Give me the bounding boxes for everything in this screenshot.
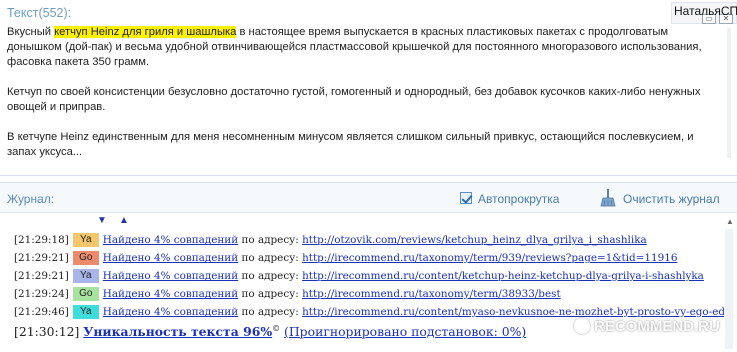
search-engine-badge: Go bbox=[72, 287, 99, 301]
journal-row: [21:29:24] Go Найдено 4% совпадений по адр… bbox=[14, 285, 724, 303]
text-panel: Текст(552): НатальяСПб ▭ ✕ Вкусный кетчу… bbox=[0, 0, 737, 176]
source-url-link[interactable]: http://irecommend.ru/content/ketchup-hei… bbox=[302, 270, 704, 282]
match-link[interactable]: Найдено 4% совпадений bbox=[103, 234, 238, 246]
match-link[interactable]: Найдено 4% совпадений bbox=[103, 288, 238, 300]
journal-scroll-up-icon[interactable]: ▲ bbox=[724, 217, 736, 227]
address-label: по адресу: bbox=[238, 234, 303, 246]
journal-label: Журнал: bbox=[7, 192, 55, 206]
address-label: по адресу: bbox=[238, 306, 303, 318]
source-url-link[interactable]: http://irecommend.ru/content/myaso-nevku… bbox=[302, 306, 724, 318]
clear-journal-button[interactable]: Очистить журнал bbox=[598, 188, 722, 208]
journal-scrollbar[interactable] bbox=[725, 229, 733, 349]
uniqueness-summary: [21:30:12] Уникальность текста 96%© (Про… bbox=[14, 324, 526, 339]
watermark-logo-icon bbox=[574, 318, 590, 334]
log-time: [21:29:21] bbox=[14, 252, 69, 264]
source-url-link[interactable]: http://otzovik.com/reviews/ketchup_heinz… bbox=[302, 234, 647, 246]
uniqueness-link[interactable]: Уникальность текста 96% bbox=[83, 324, 272, 339]
address-label: по адресу: bbox=[238, 288, 303, 300]
journal-row: [21:29:18] Ya Найдено 4% совпадений по адр… bbox=[14, 231, 724, 249]
paragraph-3: В кетчупе Heinz единственным для меня не… bbox=[7, 131, 694, 158]
source-url-link[interactable]: http://irecommend.ru/taxonomy/term/38933… bbox=[302, 288, 561, 300]
autoscroll-checkbox[interactable] bbox=[460, 192, 472, 204]
watermark: RECOMMEND.RU bbox=[574, 318, 720, 335]
journal-log: [21:29:18] Ya Найдено 4% совпадений по адр… bbox=[14, 231, 724, 321]
paragraph-1-start: Вкусный bbox=[7, 26, 55, 38]
address-label: по адресу: bbox=[238, 252, 303, 264]
search-engine-badge: Ya bbox=[72, 305, 99, 319]
match-link[interactable]: Найдено 4% совпадений bbox=[103, 252, 238, 264]
text-panel-title: Текст(552): bbox=[7, 6, 72, 20]
copyright-mark: © bbox=[272, 324, 281, 333]
clear-journal-label: Очистить журнал bbox=[623, 192, 720, 206]
text-content[interactable]: Вкусный кетчуп Heinz для гриля и шашлыка… bbox=[7, 25, 723, 175]
search-engine-badge: Ya bbox=[72, 269, 99, 283]
summary-time: [21:30:12] bbox=[14, 324, 80, 340]
paragraph-2: Кетчуп по своей консистенции безусловно … bbox=[7, 86, 701, 113]
autoscroll-label[interactable]: Автопрокрутка bbox=[478, 192, 559, 206]
scroll-down-arrow-icon[interactable]: ▼ bbox=[97, 215, 107, 226]
log-time: [21:29:21] bbox=[14, 270, 69, 282]
journal-row: [21:29:21] Ya Найдено 4% совпадений по адр… bbox=[14, 267, 724, 285]
user-name: НатальяСПб bbox=[674, 4, 737, 18]
log-time: [21:29:24] bbox=[14, 288, 69, 300]
journal-row: [21:29:21] Go Найдено 4% совпадений по адр… bbox=[14, 249, 724, 267]
log-time: [21:29:46] bbox=[14, 306, 69, 318]
paragraph-1: Вкусный кетчуп Heinz для гриля и шашлыка… bbox=[7, 25, 723, 70]
match-link[interactable]: Найдено 4% совпадений bbox=[103, 306, 238, 318]
journal-header: Журнал: Автопрокрутка Очистить журнал bbox=[0, 183, 737, 213]
address-label: по адресу: bbox=[238, 270, 303, 282]
ignored-substitutions-link[interactable]: (Проигнорировано подстановок: 0%) bbox=[284, 324, 526, 339]
watermark-text: RECOMMEND.RU bbox=[594, 318, 720, 335]
search-engine-badge: Go bbox=[72, 251, 99, 265]
text-scrollbar[interactable] bbox=[727, 28, 731, 158]
scroll-up-arrow-icon[interactable]: ▲ bbox=[119, 215, 129, 226]
broom-icon bbox=[600, 189, 616, 207]
highlighted-phrase: кетчуп Heinz для гриля и шашлыка bbox=[54, 26, 237, 38]
source-url-link[interactable]: http://irecommend.ru/taxonomy/term/939/r… bbox=[302, 252, 677, 264]
search-engine-badge: Ya bbox=[72, 233, 99, 247]
match-link[interactable]: Найдено 4% совпадений bbox=[103, 270, 238, 282]
log-time: [21:29:18] bbox=[14, 234, 69, 246]
